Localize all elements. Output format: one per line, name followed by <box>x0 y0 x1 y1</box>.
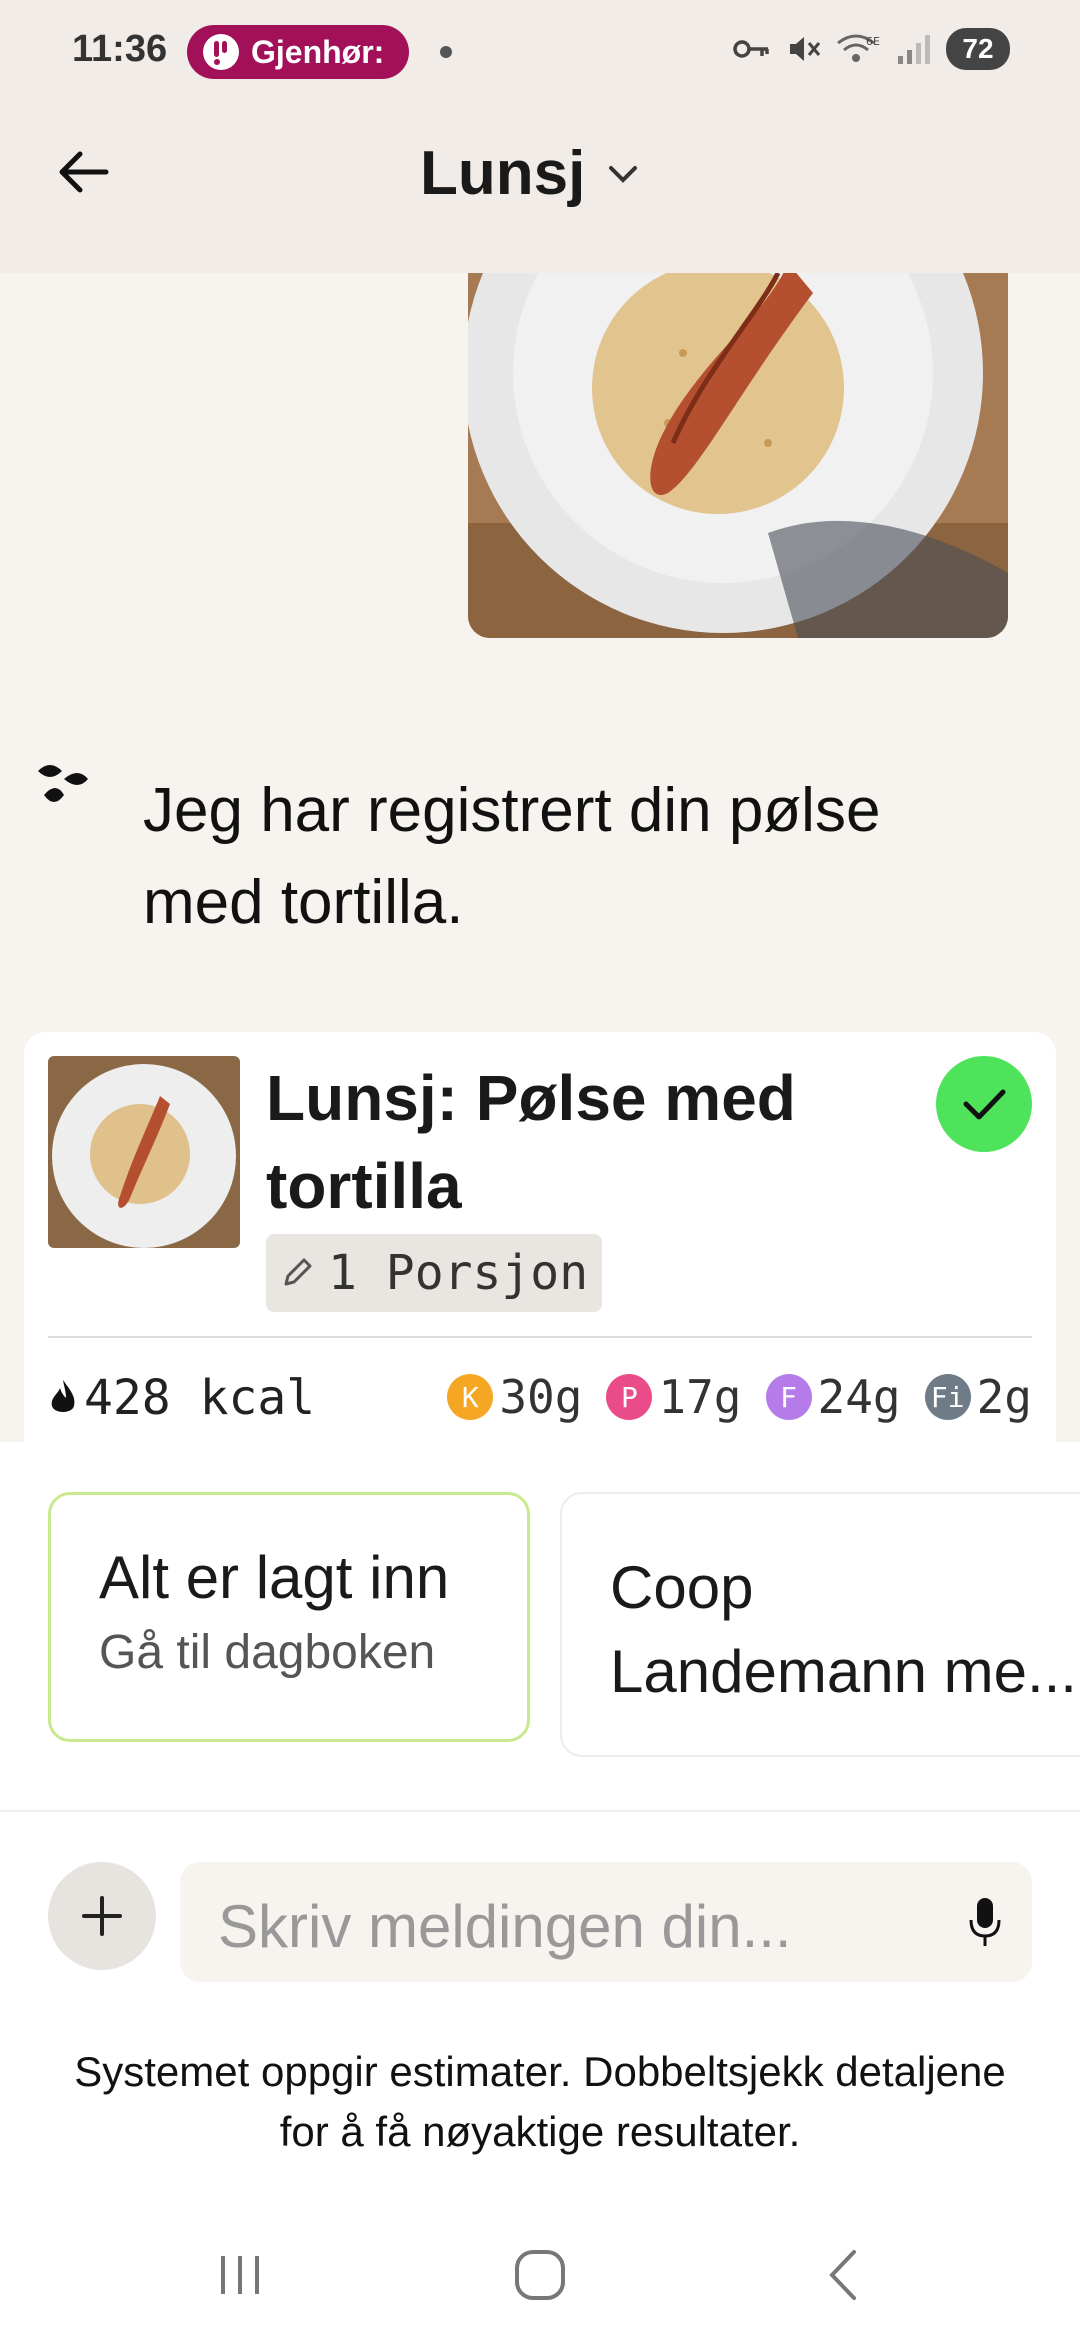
add-button[interactable] <box>48 1862 156 1970</box>
assistant-message: Jeg har registrert din pølse med tortill… <box>143 776 881 937</box>
notification-dot <box>440 46 452 58</box>
suggestion-coop-landemann[interactable]: Coop Landemann me... <box>560 1492 1080 1757</box>
recent-apps-icon[interactable] <box>205 2240 275 2310</box>
suggestion-title: Coop Landemann me... <box>610 1554 1077 1705</box>
wifi-6e-icon: 6E <box>837 34 880 62</box>
portion-edit-button[interactable]: 1 Porsjon <box>266 1234 603 1312</box>
divider <box>0 1810 1080 1812</box>
protein-value: 17g <box>658 1370 742 1424</box>
assistant-logo-icon <box>38 765 88 802</box>
gjenhor-pill[interactable]: Gjenhør: <box>187 25 409 79</box>
key-icon <box>733 40 769 58</box>
suggestion-subtitle: Gå til dagboken <box>99 1626 436 1679</box>
page-title: Lunsj <box>420 139 586 208</box>
macro-carbs: K 30g <box>447 1370 582 1424</box>
gjenhor-logo-icon <box>203 34 239 70</box>
message-placeholder: Skriv meldingen din... <box>218 1893 792 1960</box>
portion-label: 1 Porsjon <box>328 1245 589 1301</box>
status-bar: 11:36 Gjenhør: 6E 72 <box>0 0 1080 105</box>
macro-protein: P 17g <box>606 1370 742 1424</box>
calories: 428 kcal <box>48 1370 315 1426</box>
chevron-down-icon <box>609 165 638 183</box>
sausage-tortilla-image <box>468 273 1008 638</box>
kcal-value: 428 kcal <box>84 1370 316 1426</box>
logged-check-button[interactable] <box>936 1056 1032 1152</box>
meal-card[interactable]: Lunsj: Pølse med tortilla 1 Porsjon 428 … <box>24 1032 1056 1442</box>
fat-badge: F <box>765 1374 812 1420</box>
microphone-icon[interactable] <box>968 1896 1002 1948</box>
meal-type-selector[interactable]: Lunsj <box>420 138 643 209</box>
meal-title: Lunsj: Pølse med tortilla <box>266 1062 796 1222</box>
back-arrow-icon[interactable] <box>52 140 116 204</box>
plus-icon <box>82 1896 122 1936</box>
svg-text:6E: 6E <box>866 35 880 48</box>
message-input[interactable]: Skriv meldingen din... <box>180 1862 1032 1982</box>
macro-list: K 30g P 17g F 24g Fi 2g <box>447 1370 1032 1424</box>
protein-badge: P <box>606 1374 653 1420</box>
pencil-icon <box>284 1258 312 1286</box>
meal-thumbnail <box>48 1056 240 1248</box>
checkmark-icon <box>963 1089 1006 1120</box>
meal-photo[interactable] <box>468 273 1008 638</box>
signal-icon <box>898 35 930 64</box>
macro-fat: F 24g <box>765 1370 901 1424</box>
flame-icon <box>51 1380 75 1412</box>
fat-value: 24g <box>817 1370 901 1424</box>
home-icon[interactable] <box>505 2240 575 2310</box>
system-nav-bar <box>0 2200 1080 2340</box>
macro-fiber: Fi 2g <box>924 1370 1032 1424</box>
suggestion-go-to-diary[interactable]: Alt er lagt inn Gå til dagboken <box>48 1492 530 1742</box>
status-time: 11:36 <box>72 28 168 70</box>
gjenhor-label: Gjenhør: <box>251 33 385 70</box>
back-nav-icon[interactable] <box>810 2240 880 2310</box>
mute-icon <box>790 37 821 61</box>
fiber-value: 2g <box>976 1370 1032 1424</box>
carbs-badge: K <box>447 1374 494 1420</box>
suggestion-title: Alt er lagt inn <box>99 1544 450 1611</box>
disclaimer-text: Systemet oppgir estimater. Dobbeltsjekk … <box>74 2048 1006 2155</box>
battery-icon: 72 <box>946 28 1010 70</box>
divider <box>48 1336 1032 1338</box>
fiber-badge: Fi <box>924 1374 971 1420</box>
carbs-value: 30g <box>499 1370 583 1424</box>
